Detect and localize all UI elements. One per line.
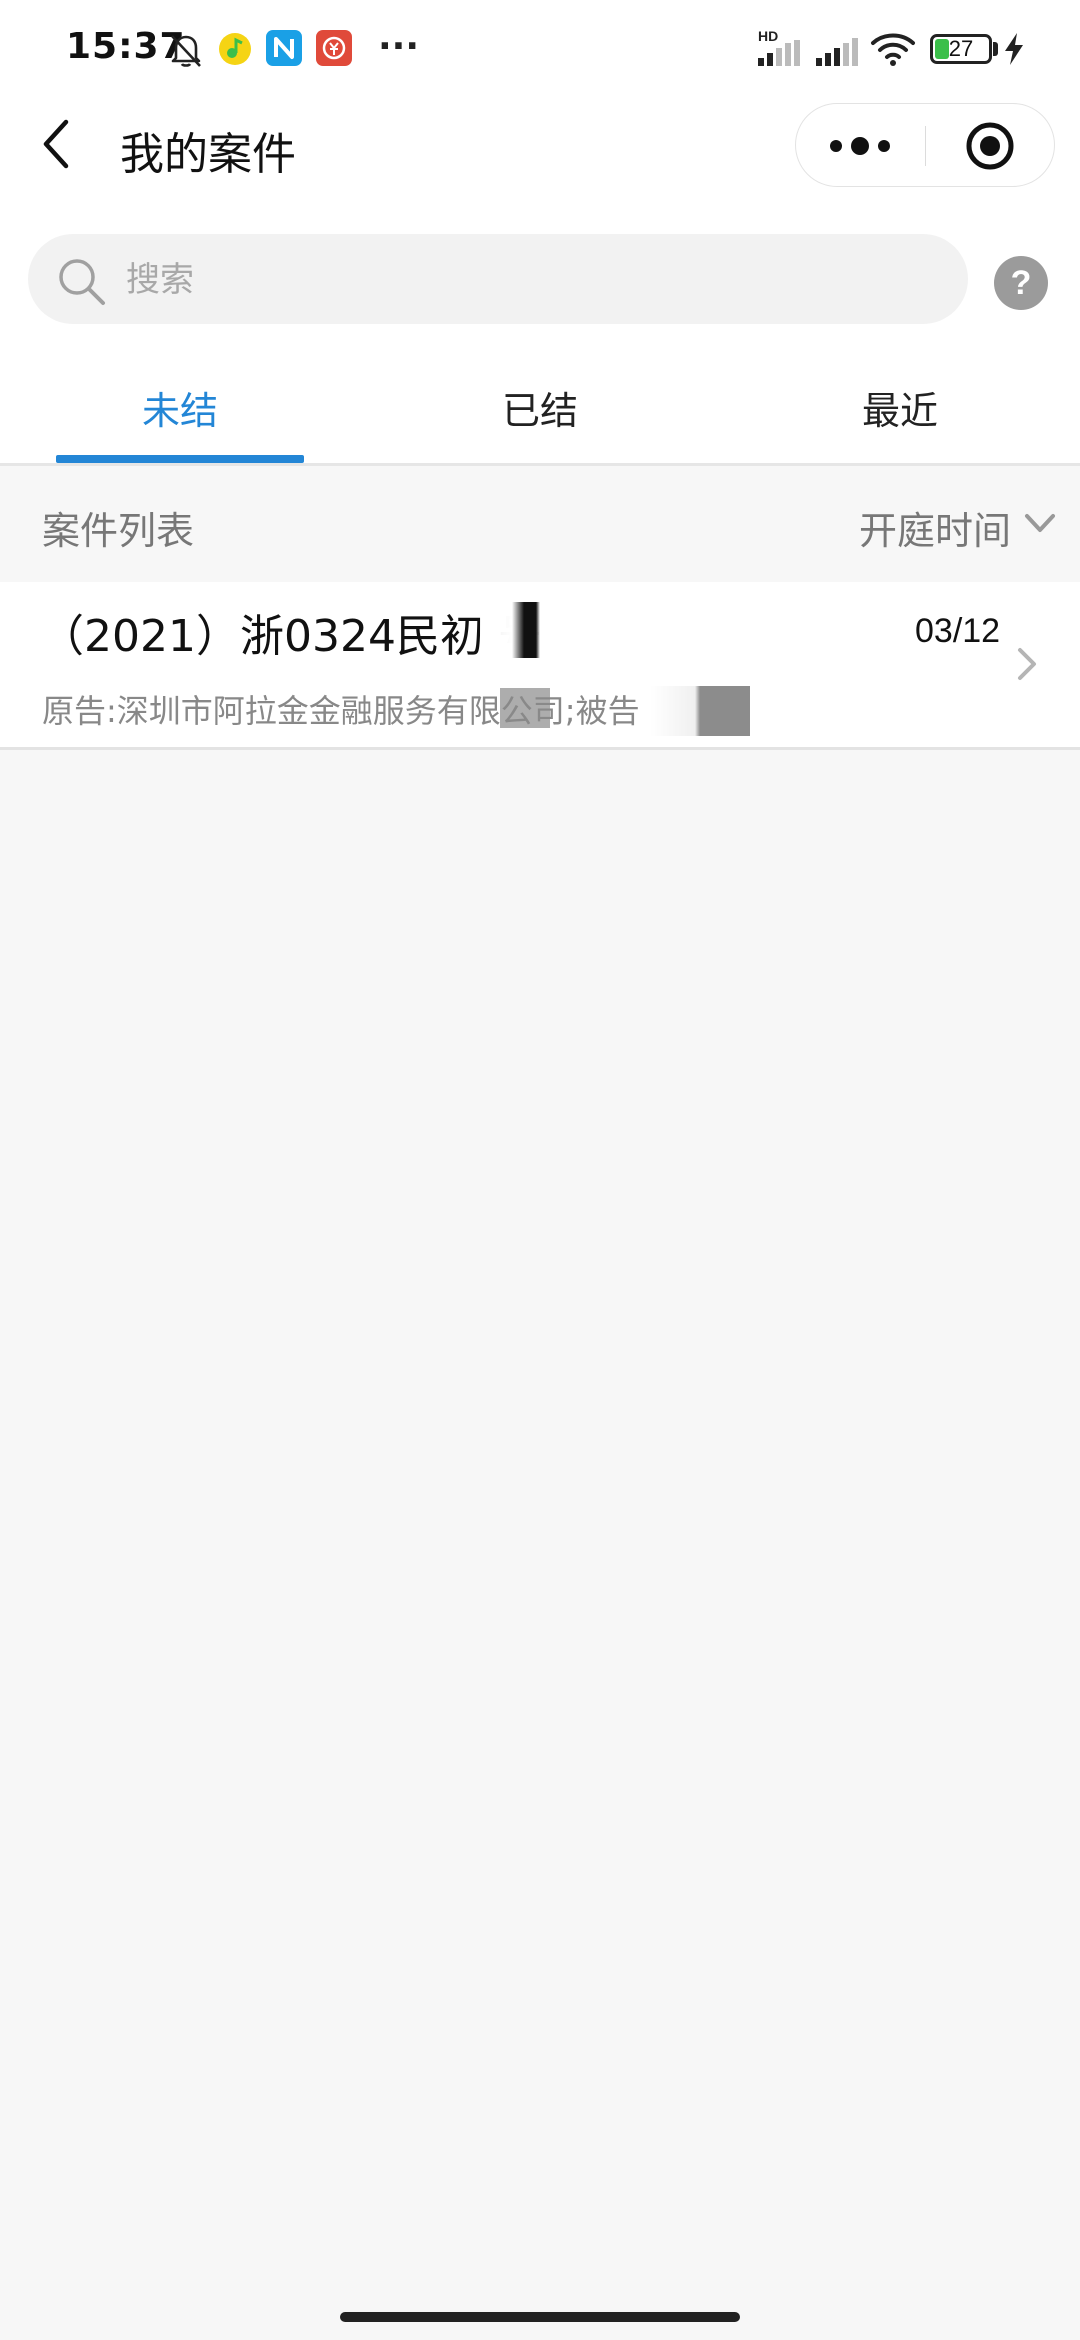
- signal-icon: [758, 40, 800, 66]
- redaction-mark: [650, 736, 860, 746]
- case-hearing-date: 03/12: [915, 612, 1001, 650]
- status-bar: 15:37 ··· HD 27: [0, 0, 1080, 100]
- back-arrow-icon[interactable]: [30, 114, 90, 174]
- home-indicator[interactable]: [340, 2312, 740, 2322]
- battery-cap: [993, 42, 998, 56]
- tab-recent[interactable]: 最近: [720, 352, 1080, 466]
- battery-icon: 27: [930, 34, 992, 64]
- more-options-icon[interactable]: [796, 104, 925, 188]
- chevron-right-icon: [1018, 648, 1036, 680]
- help-button[interactable]: ?: [994, 256, 1048, 310]
- more-notifications-icon: ···: [378, 26, 420, 67]
- search-input[interactable]: [124, 234, 948, 326]
- case-number: （2021）浙0324民初 号: [40, 611, 542, 662]
- redaction-mark: [500, 688, 550, 728]
- sort-label: 开庭时间: [859, 509, 1012, 553]
- header: 我的案件: [0, 100, 1080, 216]
- search-icon: [59, 259, 105, 305]
- payment-app-icon: [316, 30, 352, 66]
- screen: 15:37 ··· HD 27 我的案件 搜索 ? 未结 已结 最近 案件列表 …: [0, 0, 1080, 2340]
- list-title: 案件列表: [42, 509, 195, 553]
- battery-level: 27: [948, 36, 974, 61]
- tab-unclosed[interactable]: 未结: [0, 352, 360, 466]
- wifi-icon: [871, 33, 915, 66]
- page-title: 我的案件: [120, 129, 296, 180]
- bell-muted-icon: [171, 35, 201, 67]
- search-area: ?: [0, 216, 1080, 352]
- redaction-mark: [480, 602, 560, 658]
- mini-program-capsule: [795, 103, 1055, 187]
- tab-bar: 未结 已结 最近: [0, 352, 1080, 466]
- case-list-item[interactable]: （2021）浙0324民初 号 03/12 原告:深圳市阿拉金金融服务有限公司;…: [0, 582, 1080, 750]
- n-app-icon: [266, 30, 302, 66]
- active-tab-indicator: [56, 455, 304, 463]
- signal-icon: [816, 38, 858, 66]
- sort-dropdown[interactable]: 开庭时间: [855, 494, 1060, 554]
- music-app-icon: [219, 33, 251, 65]
- tab-closed[interactable]: 已结: [360, 352, 720, 466]
- search-box[interactable]: [28, 234, 968, 326]
- chevron-down-icon: [1025, 514, 1055, 532]
- charging-icon: [1005, 33, 1023, 65]
- redaction-mark: [650, 686, 750, 736]
- close-mini-program-icon[interactable]: [926, 104, 1056, 188]
- list-header: 案件列表 开庭时间: [0, 466, 1080, 582]
